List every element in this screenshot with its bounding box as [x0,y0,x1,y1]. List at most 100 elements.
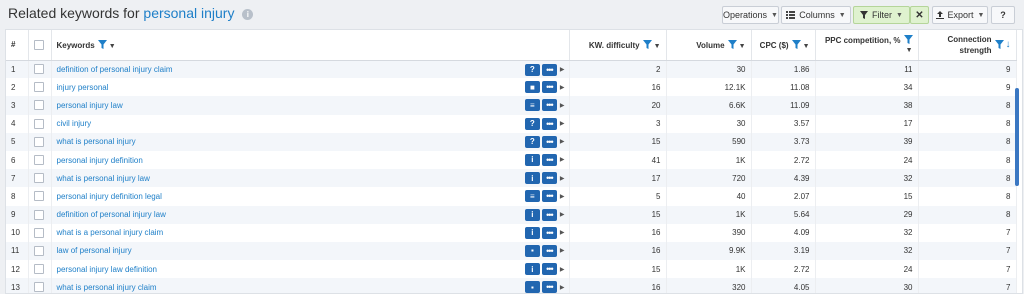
column-header-kw-difficulty[interactable]: KW. difficulty ▼ [569,30,667,61]
table-row: 10 what is a personal injury claim i ••• ▶ 16… [6,223,1017,242]
more-icon[interactable]: ••• [541,208,557,221]
expand-arrow-icon[interactable]: ▶ [560,84,565,91]
keyword-link[interactable]: personal injury law [57,101,123,110]
keyword-link[interactable]: what is personal injury law [57,174,150,183]
row-checkbox[interactable] [33,264,44,275]
columns-button[interactable]: Columns ▼ [781,6,851,24]
expand-arrow-icon[interactable]: ▶ [560,138,565,145]
keyword-link[interactable]: what is personal injury [57,137,136,146]
more-icon[interactable]: ••• [541,135,557,148]
row-checkbox[interactable] [33,191,44,202]
kw-difficulty-cell: 41 [569,150,667,170]
more-icon[interactable]: ••• [541,63,557,76]
row-checkbox[interactable] [33,118,44,129]
expand-arrow-icon[interactable]: ▶ [560,247,565,254]
expand-arrow-icon[interactable]: ▶ [560,266,565,273]
keyword-link[interactable]: definition of personal injury claim [57,65,173,74]
row-checkbox[interactable] [33,64,44,75]
chevron-down-icon[interactable]: ▼ [803,43,810,50]
info-icon[interactable]: i [524,153,540,166]
row-checkbox[interactable] [33,209,44,220]
expand-arrow-icon[interactable]: ▶ [560,66,565,73]
filter-button[interactable]: Filter ▼ [853,6,910,24]
row-checkbox[interactable] [33,100,44,111]
text-icon[interactable]: ≡ [524,190,540,203]
chevron-down-icon[interactable]: ▼ [739,43,746,50]
column-header-volume[interactable]: Volume ▼ [666,30,752,61]
keyword-link[interactable]: personal injury law definition [57,265,158,274]
expand-arrow-icon[interactable]: ▶ [560,193,565,200]
keyword-link[interactable]: personal injury definition [57,156,143,165]
column-header-connection-strength[interactable]: Connection strength ↓ [918,30,1017,61]
select-all-checkbox[interactable] [33,39,44,50]
filter-icon[interactable] [97,39,107,49]
comment-icon[interactable]: ▪ [524,244,540,257]
more-icon[interactable]: ••• [541,281,557,293]
filter-icon[interactable] [791,39,801,49]
video-icon[interactable]: ■ [524,81,540,94]
more-icon[interactable]: ••• [541,81,557,94]
more-icon[interactable]: ••• [541,153,557,166]
keyword-link[interactable]: what is a personal injury claim [57,228,164,237]
filter-icon[interactable] [727,39,737,49]
vertical-scrollbar[interactable] [1015,88,1019,186]
connection-strength-cell: 8 [918,187,1017,206]
info-icon[interactable]: i [242,9,254,20]
clear-filter-button[interactable]: ✕ [910,6,929,24]
expand-arrow-icon[interactable]: ▶ [560,175,565,182]
expand-arrow-icon[interactable]: ▶ [560,229,565,236]
comment-icon[interactable]: ▪ [524,281,540,293]
keyword-link[interactable]: law of personal injury [57,246,132,255]
row-checkbox[interactable] [33,245,44,256]
keyword-link[interactable]: personal injury definition legal [57,192,162,201]
row-select-cell [28,169,52,188]
sort-descending-icon[interactable]: ↓ [1006,39,1011,50]
more-icon[interactable]: ••• [541,190,557,203]
row-checkbox[interactable] [33,282,44,293]
row-checkbox[interactable] [33,227,44,238]
filter-icon[interactable] [642,39,652,49]
more-icon[interactable]: ••• [541,244,557,257]
row-index: 6 [6,150,29,170]
expand-arrow-icon[interactable]: ▶ [560,211,565,218]
row-checkbox[interactable] [33,173,44,184]
keyword-link[interactable]: definition of personal injury law [57,210,166,219]
more-icon[interactable]: ••• [541,117,557,130]
list-icon[interactable]: ≡ [524,99,540,112]
more-icon[interactable]: ••• [541,99,557,112]
question-icon[interactable]: ? [524,135,540,148]
row-checkbox[interactable] [33,82,44,93]
row-checkbox[interactable] [33,136,44,147]
question-icon[interactable]: ? [524,63,540,76]
filter-icon[interactable] [994,40,1004,50]
volume-header-label: Volume [696,40,725,50]
column-header-ppc[interactable]: PPC competition, % ▼ [815,30,919,61]
export-button[interactable]: Export ▼ [932,6,988,24]
expand-arrow-icon[interactable]: ▶ [560,156,565,163]
chevron-down-icon[interactable]: ▼ [654,43,661,50]
expand-arrow-icon[interactable]: ▶ [560,284,565,291]
keyword-link[interactable]: injury personal [57,83,109,92]
info-icon[interactable]: i [524,208,540,221]
question-icon[interactable]: ? [524,117,540,130]
more-icon[interactable]: ••• [541,263,557,276]
expand-arrow-icon[interactable]: ▶ [560,120,565,127]
keyword-link[interactable]: what is personal injury claim [57,283,157,292]
info-icon[interactable]: i [524,263,540,276]
filter-icon[interactable] [903,35,913,45]
column-header-cpc[interactable]: CPC ($) ▼ [751,30,816,61]
column-header-keywords[interactable]: Keywords ▼ [51,30,570,61]
chevron-down-icon[interactable]: ▼ [906,47,913,54]
row-checkbox[interactable] [33,155,44,166]
volume-cell: 9.9K [666,241,752,261]
more-icon[interactable]: ••• [541,226,557,239]
help-button[interactable]: ? [991,6,1015,24]
info-icon[interactable]: i [524,172,540,185]
info-icon[interactable]: i [524,226,540,239]
table-row: 4 civil injury? ••• ▶ 3 30 3.57 17 8 [6,114,1017,133]
more-icon[interactable]: ••• [541,172,557,185]
chevron-down-icon[interactable]: ▼ [109,43,116,50]
keyword-link[interactable]: civil injury [57,119,92,128]
expand-arrow-icon[interactable]: ▶ [560,102,565,109]
operations-button[interactable]: Operations ▼ [722,6,779,24]
